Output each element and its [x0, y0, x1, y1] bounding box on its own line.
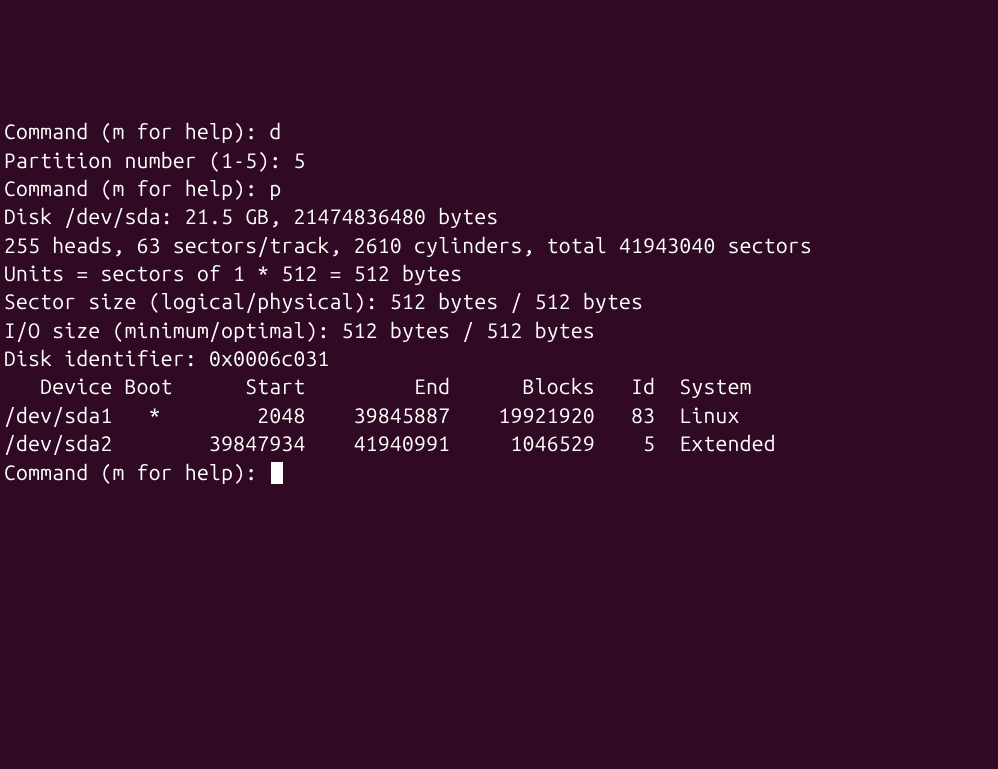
- disk-info-line: Disk /dev/sda: 21.5 GB, 21474836480 byte…: [4, 202, 994, 230]
- prompt-text: Partition number (1-5):: [4, 148, 293, 172]
- sector-size-line: Sector size (logical/physical): 512 byte…: [4, 287, 994, 315]
- io-size-line: I/O size (minimum/optimal): 512 bytes / …: [4, 316, 994, 344]
- prompt-text: Command (m for help):: [4, 176, 269, 200]
- disk-identifier-line: Disk identifier: 0x0006c031: [4, 344, 994, 372]
- user-input: p: [269, 176, 281, 200]
- table-row: /dev/sda1 * 2048 39845887 19921920 83 Li…: [4, 401, 994, 429]
- table-row: /dev/sda2 39847934 41940991 1046529 5 Ex…: [4, 429, 994, 457]
- command-line: Command (m for help): p: [4, 174, 994, 202]
- partition-prompt-line: Partition number (1-5): 5: [4, 146, 994, 174]
- user-input: d: [269, 119, 281, 143]
- prompt-text: Command (m for help):: [4, 119, 269, 143]
- table-header: Device Boot Start End Blocks Id System: [4, 372, 994, 400]
- prompt-text: Command (m for help):: [4, 460, 269, 484]
- units-line: Units = sectors of 1 * 512 = 512 bytes: [4, 259, 994, 287]
- command-line: Command (m for help): d: [4, 117, 994, 145]
- terminal-output[interactable]: Command (m for help): dPartition number …: [4, 117, 994, 627]
- command-prompt-active: Command (m for help):: [4, 458, 994, 486]
- geometry-line: 255 heads, 63 sectors/track, 2610 cylind…: [4, 231, 994, 259]
- user-input: 5: [293, 148, 305, 172]
- cursor-icon: [271, 462, 283, 484]
